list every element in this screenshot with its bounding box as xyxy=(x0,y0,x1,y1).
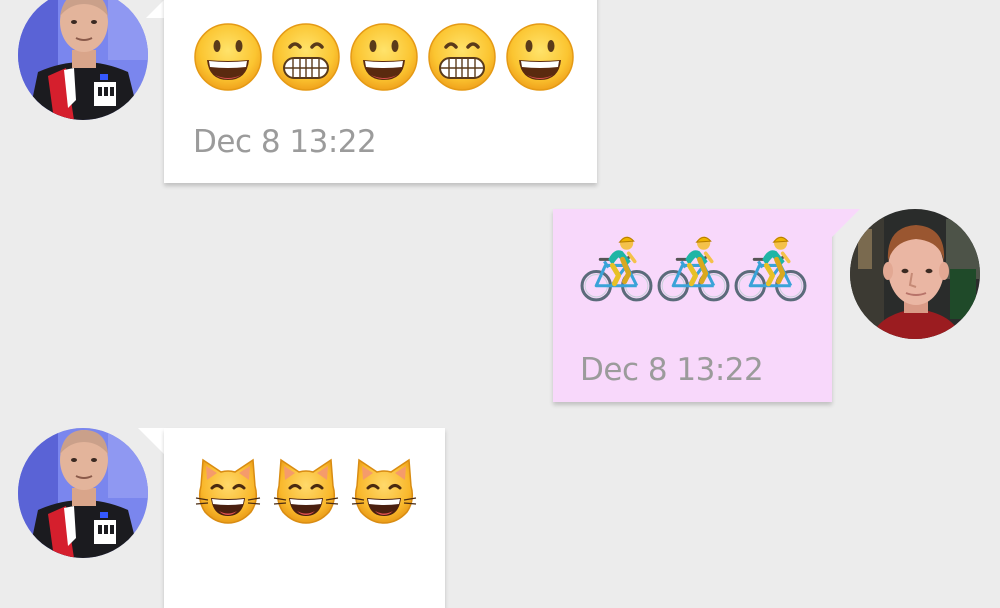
grinning-face-icon xyxy=(349,22,419,92)
bicyclist-icon xyxy=(578,231,655,308)
message-incoming-1[interactable]: Dec 8 13:22 xyxy=(0,0,1000,200)
smiling-cat-face-icon xyxy=(349,456,419,526)
bubble-tail xyxy=(832,209,860,237)
bubble-tail xyxy=(146,0,164,18)
grimacing-face-icon xyxy=(271,22,341,92)
contact-avatar-image xyxy=(18,0,148,120)
grinning-face-icon xyxy=(505,22,575,92)
emoji-row xyxy=(193,456,419,526)
message-timestamp: Dec 8 13:22 xyxy=(580,352,764,388)
emoji-row xyxy=(578,231,809,308)
message-incoming-2[interactable] xyxy=(0,420,1000,608)
bubble-tail xyxy=(138,428,164,454)
contact-avatar-image xyxy=(18,428,148,558)
emoji-row xyxy=(193,22,575,92)
smiling-cat-face-icon xyxy=(271,456,341,526)
contact-avatar[interactable] xyxy=(18,0,148,120)
smiling-cat-face-icon xyxy=(193,456,263,526)
self-avatar-image xyxy=(850,209,980,339)
contact-avatar[interactable] xyxy=(18,428,148,558)
message-bubble[interactable] xyxy=(164,428,445,608)
message-bubble[interactable]: Dec 8 13:22 xyxy=(553,209,832,402)
grinning-face-icon xyxy=(193,22,263,92)
message-outgoing-1[interactable]: Dec 8 13:22 xyxy=(0,200,1000,420)
bicyclist-icon xyxy=(655,231,732,308)
grimacing-face-icon xyxy=(427,22,497,92)
message-bubble[interactable]: Dec 8 13:22 xyxy=(164,0,597,183)
self-avatar[interactable] xyxy=(850,209,980,339)
bicyclist-icon xyxy=(732,231,809,308)
message-timestamp: Dec 8 13:22 xyxy=(193,124,377,160)
